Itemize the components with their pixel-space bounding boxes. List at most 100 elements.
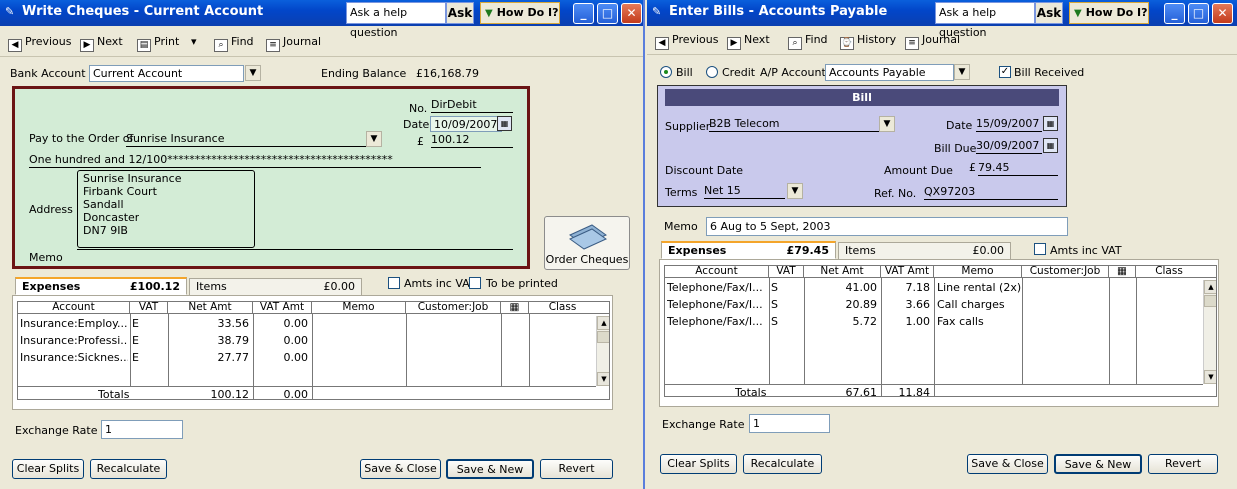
maximize-button[interactable]: □	[1188, 3, 1209, 24]
to-be-printed-checkbox[interactable]	[469, 277, 481, 289]
next-button[interactable]: ▶ Next	[727, 33, 770, 50]
col-net-amt[interactable]: Net Amt	[804, 266, 881, 278]
col-account[interactable]: Account	[18, 302, 130, 314]
recalculate-button[interactable]: Recalculate	[743, 454, 822, 474]
memo-field[interactable]: 6 Aug to 5 Sept, 2003	[706, 217, 1068, 236]
amts-inc-vat-checkbox[interactable]	[388, 277, 400, 289]
calendar-icon[interactable]: ▦	[1043, 116, 1058, 131]
col-memo[interactable]: Memo	[312, 302, 406, 314]
col-customer-job[interactable]: Customer:Job	[1022, 266, 1109, 278]
cheque-amount-field[interactable]: 100.12	[431, 133, 513, 148]
bill-radio[interactable]	[660, 66, 672, 78]
exchange-rate-field[interactable]: 1	[749, 414, 830, 433]
print-button[interactable]: ▤ Print	[137, 35, 179, 52]
save-new-button[interactable]: Save & New	[446, 459, 534, 479]
previous-button[interactable]: ◀ Previous	[655, 33, 719, 50]
close-button[interactable]: ✕	[1212, 3, 1233, 24]
terms-dropdown-arrow[interactable]: ▼	[787, 183, 803, 199]
save-close-button[interactable]: Save & Close	[360, 459, 441, 479]
col-vat-amt[interactable]: VAT Amt	[253, 302, 312, 314]
how-do-i-button[interactable]: ▼ How Do I?	[480, 2, 560, 24]
how-do-i-button[interactable]: ▼ How Do I?	[1069, 2, 1149, 24]
calendar-icon[interactable]: ▦	[497, 116, 512, 131]
col-vat-amt[interactable]: VAT Amt	[881, 266, 934, 278]
journal-button[interactable]: ≡ Journal	[905, 33, 960, 50]
scroll-thumb[interactable]	[1204, 295, 1216, 307]
minimize-button[interactable]: _	[1164, 3, 1185, 24]
amount-due-field[interactable]: 79.45	[978, 161, 1058, 176]
ref-no-field[interactable]: QX97203	[924, 185, 1058, 200]
exchange-rate-field[interactable]: 1	[101, 420, 183, 439]
help-question-input[interactable]: Ask a help question	[935, 2, 1035, 39]
col-customer-job[interactable]: Customer:Job	[406, 302, 501, 314]
find-button[interactable]: ⌕ Find	[788, 33, 828, 50]
clear-splits-button[interactable]: Clear Splits	[660, 454, 737, 474]
tab-expenses[interactable]: Expenses £100.12	[15, 277, 187, 295]
save-new-button[interactable]: Save & New	[1054, 454, 1142, 474]
bill-received-checkbox[interactable]: ✓	[999, 66, 1011, 78]
ask-button[interactable]: Ask	[1035, 2, 1063, 24]
credit-radio[interactable]	[706, 66, 718, 78]
cheque-no-field[interactable]: DirDebit	[431, 98, 513, 113]
bank-account-dropdown-arrow[interactable]: ▼	[245, 65, 261, 81]
minimize-button[interactable]: _	[573, 3, 594, 24]
scroll-thumb[interactable]	[597, 331, 609, 343]
scroll-down-arrow[interactable]: ▼	[1204, 370, 1216, 384]
tab-expenses[interactable]: Expenses £79.45	[661, 241, 836, 259]
journal-button[interactable]: ≡ Journal	[266, 35, 321, 52]
bank-account-select[interactable]: Current Account	[89, 65, 244, 82]
col-account[interactable]: Account	[665, 266, 769, 278]
scroll-down-arrow[interactable]: ▼	[597, 372, 609, 386]
tab-items[interactable]: Items £0.00	[838, 242, 1011, 260]
next-label: Next	[744, 33, 770, 46]
maximize-button[interactable]: □	[597, 3, 618, 24]
address-box[interactable]: Sunrise Insurance Firbank Court Sandall …	[77, 170, 255, 248]
memo-field[interactable]	[77, 249, 513, 250]
scroll-up-arrow[interactable]: ▲	[1204, 280, 1216, 294]
revert-button[interactable]: Revert	[540, 459, 613, 479]
help-question-input[interactable]: Ask a help question	[346, 2, 446, 39]
pay-to-dropdown-arrow[interactable]: ▼	[366, 131, 382, 147]
col-billable-icon[interactable]: ▦	[1109, 266, 1136, 278]
cheque-date-field[interactable]: 10/09/2007	[430, 116, 502, 132]
ap-account-select[interactable]: Accounts Payable	[825, 64, 954, 81]
find-button[interactable]: ⌕ Find	[214, 35, 254, 52]
ask-button[interactable]: Ask	[446, 2, 474, 24]
bill-due-field[interactable]: 30/09/2007	[976, 139, 1042, 154]
ap-account-dropdown-arrow[interactable]: ▼	[954, 64, 970, 80]
grid-scrollbar[interactable]: ▲ ▼	[1203, 280, 1216, 384]
col-vat[interactable]: VAT	[769, 266, 804, 278]
recalculate-button[interactable]: Recalculate	[90, 459, 167, 479]
supplier-field[interactable]: B2B Telecom	[709, 117, 879, 132]
col-net-amt[interactable]: Net Amt	[168, 302, 253, 314]
history-button[interactable]: ⌚ History	[840, 33, 896, 50]
terms-field[interactable]: Net 15	[704, 184, 785, 199]
col-class[interactable]: Class	[1136, 266, 1202, 278]
amts-inc-vat-checkbox[interactable]	[1034, 243, 1046, 255]
tab-items[interactable]: Items £0.00	[189, 278, 362, 296]
previous-button[interactable]: ◀ Previous	[8, 35, 72, 52]
revert-button[interactable]: Revert	[1148, 454, 1218, 474]
supplier-dropdown-arrow[interactable]: ▼	[879, 116, 895, 132]
grid-divider	[1109, 278, 1110, 384]
pay-to-field[interactable]: Sunrise Insurance	[126, 132, 366, 147]
grid-scrollbar[interactable]: ▲ ▼	[596, 316, 609, 386]
expenses-grid[interactable]: Account VAT Net Amt VAT Amt Memo Custome…	[664, 265, 1217, 397]
clear-splits-button[interactable]: Clear Splits	[12, 459, 84, 479]
print-dropdown-arrow[interactable]: ▾	[191, 35, 197, 48]
order-cheques-button[interactable]: Order Cheques	[544, 216, 630, 270]
calendar-icon[interactable]: ▦	[1043, 138, 1058, 153]
title-bar[interactable]: ✎ Write Cheques - Current Account Ask a …	[0, 0, 643, 39]
col-vat[interactable]: VAT	[130, 302, 168, 314]
col-class[interactable]: Class	[529, 302, 596, 314]
next-button[interactable]: ▶ Next	[80, 35, 123, 52]
scroll-up-arrow[interactable]: ▲	[597, 316, 609, 330]
save-close-button[interactable]: Save & Close	[967, 454, 1048, 474]
expenses-grid[interactable]: Account VAT Net Amt VAT Amt Memo Custome…	[17, 301, 610, 400]
col-billable-icon[interactable]: ▦	[501, 302, 529, 314]
bill-date-field[interactable]: 15/09/2007	[976, 117, 1042, 132]
close-button[interactable]: ✕	[621, 3, 642, 24]
title-bar[interactable]: ✎ Enter Bills - Accounts Payable Ask a h…	[647, 0, 1237, 39]
to-be-printed-label: To be printed	[486, 277, 558, 290]
col-memo[interactable]: Memo	[934, 266, 1022, 278]
